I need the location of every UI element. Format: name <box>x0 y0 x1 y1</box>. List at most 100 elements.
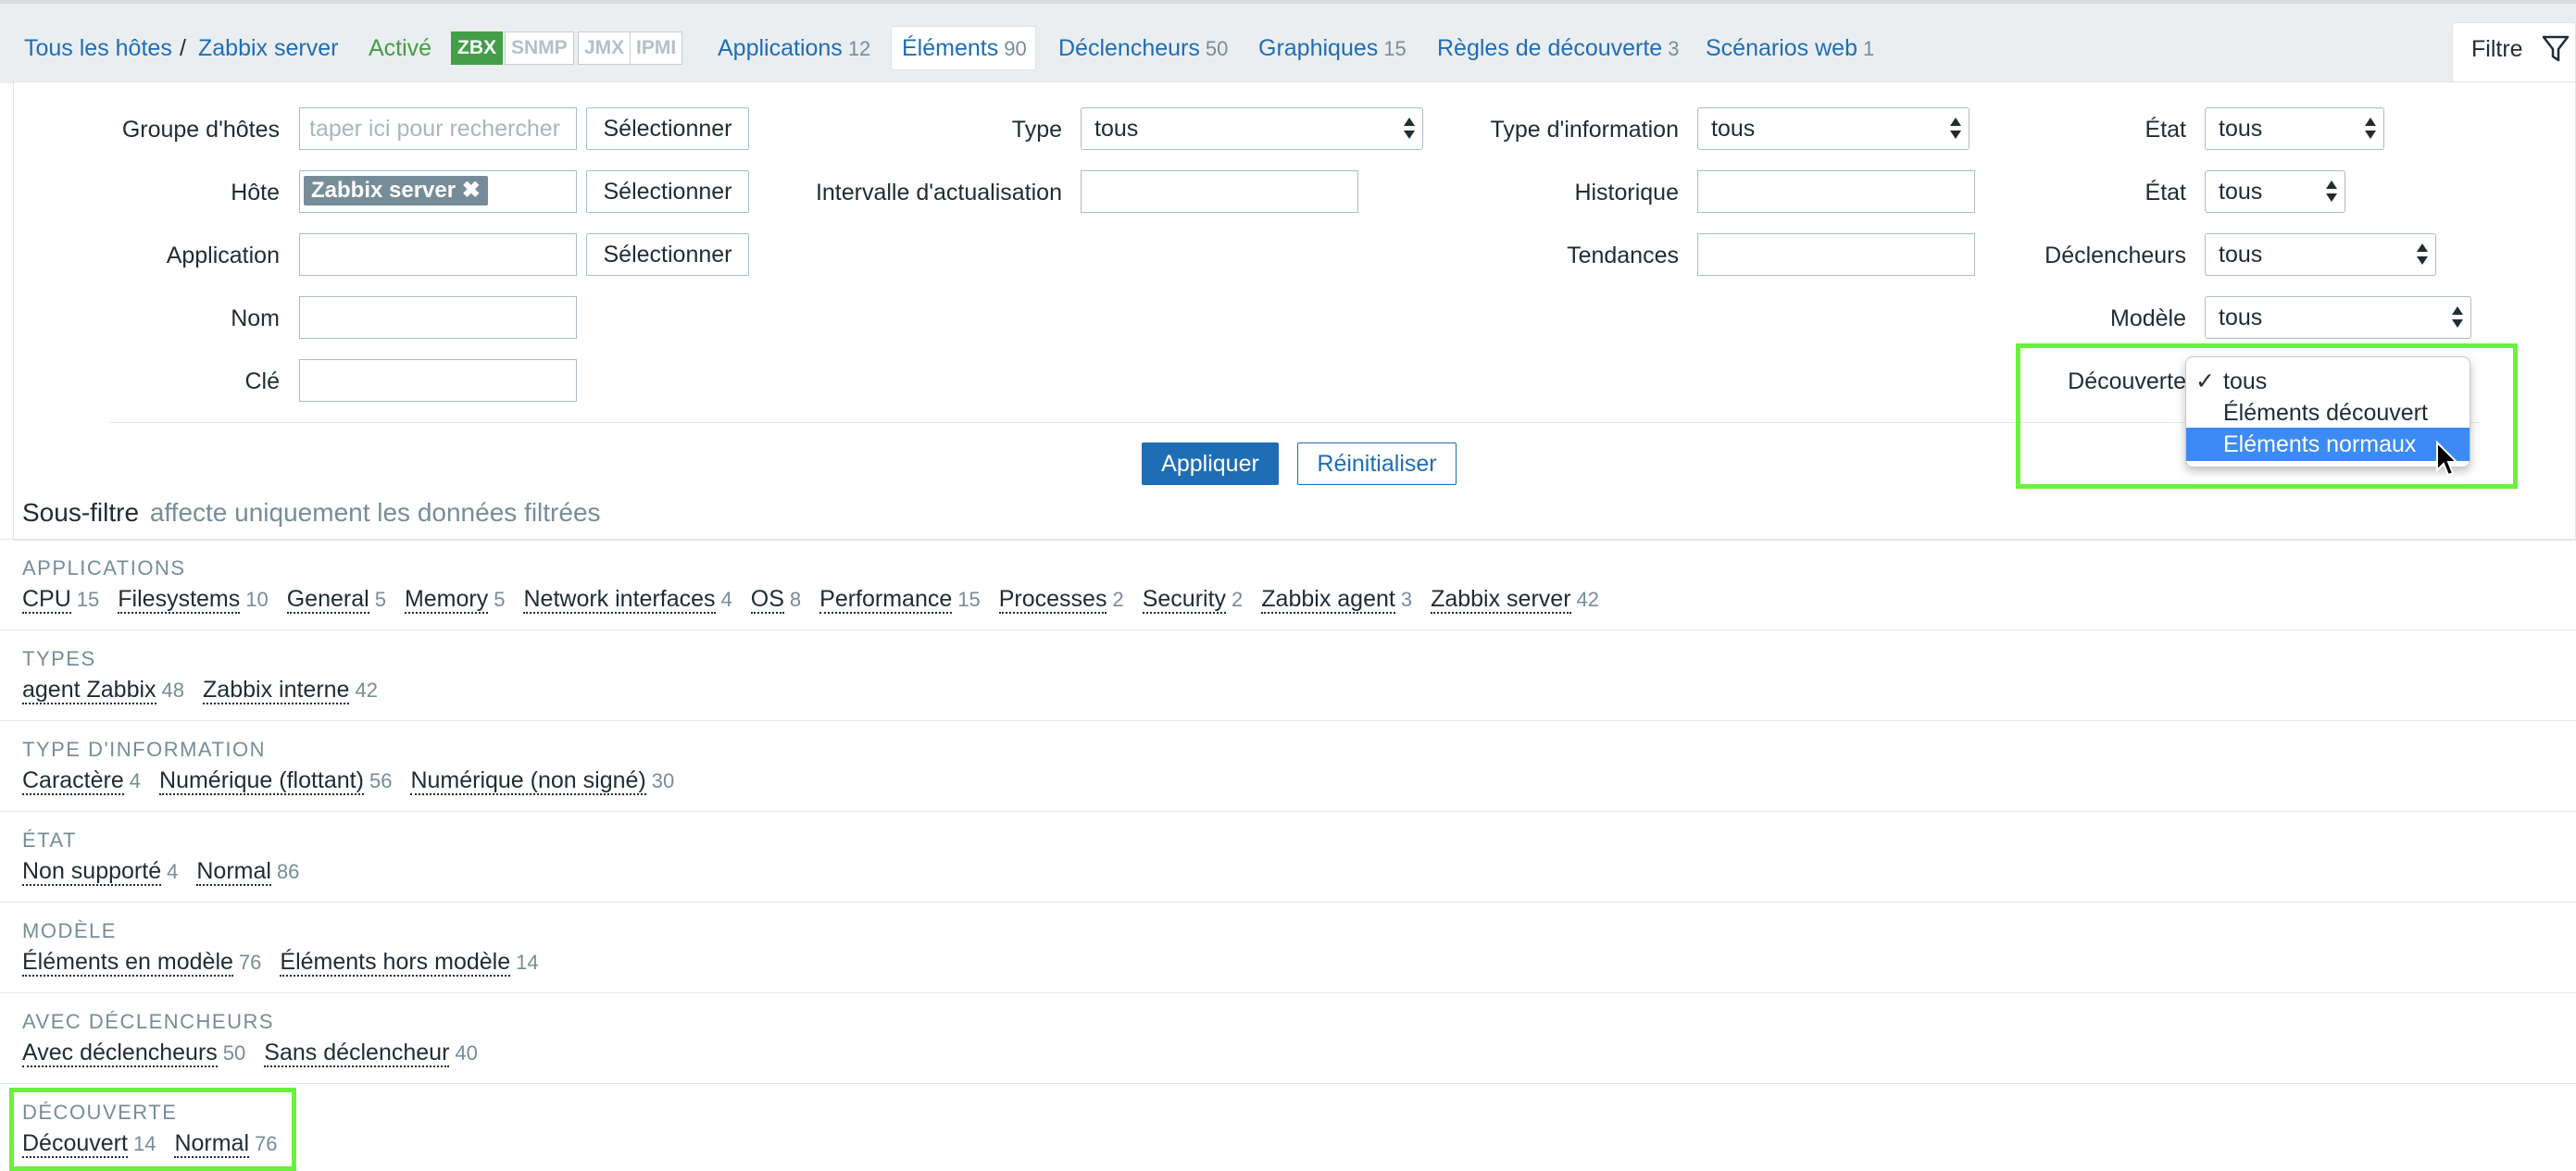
host-groups-input[interactable]: taper ici pour rechercher <box>299 107 577 150</box>
subfilter-option[interactable]: CPU 15 <box>22 586 99 614</box>
info-type-select[interactable]: tous <box>1697 107 1970 150</box>
tab-triggers[interactable]: Déclencheurs 50 <box>1058 35 1228 62</box>
subfilter-option-count: 2 <box>1112 588 1124 611</box>
name-input[interactable] <box>299 296 577 339</box>
tab-items[interactable]: Éléments 90 <box>902 35 1027 62</box>
tab-graphs[interactable]: Graphiques 15 <box>1258 35 1407 62</box>
subfilter-option-count: 56 <box>369 769 393 792</box>
subfilter-option-count: 30 <box>651 769 675 792</box>
subfilter-option[interactable]: Avec déclencheurs 50 <box>22 1040 246 1067</box>
application-select-button[interactable]: Sélectionner <box>586 233 749 276</box>
update-interval-input[interactable] <box>1081 170 1358 213</box>
subfilter-option[interactable]: agent Zabbix 48 <box>22 677 184 704</box>
subfilter-option-count: 4 <box>129 769 142 792</box>
subfilter-option-label: Network interfaces <box>523 586 716 614</box>
subfilter-option-count: 15 <box>957 588 981 611</box>
subfilter-option[interactable]: Zabbix agent 3 <box>1261 586 1412 614</box>
subfilter-section-info-type: TYPE D'INFORMATION Caractère 4 Numérique (… <box>0 720 2576 811</box>
subfilter-option[interactable]: Éléments en modèle 76 <box>22 949 262 977</box>
subfilter-option[interactable]: General 5 <box>286 586 386 614</box>
host-chip: Zabbix server ✖ <box>304 176 488 206</box>
subfilter-section-with-triggers: AVEC DÉCLENCHEURS Avec déclencheurs 50 San… <box>0 992 2576 1083</box>
key-input[interactable] <box>299 359 577 402</box>
subfilter-option[interactable]: Network interfaces 4 <box>523 586 732 614</box>
subfilter-option-count: 42 <box>1576 588 1600 611</box>
state-select[interactable]: tous <box>2205 107 2384 150</box>
reset-button[interactable]: Réinitialiser <box>1297 442 1457 485</box>
section-title: AVEC DÉCLENCHEURS <box>22 1010 275 1033</box>
name-label: Nom <box>231 305 280 331</box>
host-status[interactable]: Activé <box>369 35 431 62</box>
subfilter-option-count: 8 <box>789 588 802 611</box>
section-title: ÉTAT <box>22 828 77 852</box>
subfilter-items: Avec déclencheurs 50 Sans déclencheur 40 <box>22 1040 496 1067</box>
type-select[interactable]: tous <box>1081 107 1423 150</box>
subfilter-option[interactable]: Security 2 <box>1142 586 1243 614</box>
host-select-button[interactable]: Sélectionner <box>586 170 749 213</box>
subfilter-option[interactable]: OS 8 <box>750 586 802 614</box>
subfilter-items: Non supporté 4 Normal 86 <box>22 858 318 886</box>
select-arrows-icon <box>2452 305 2463 330</box>
subfilter-option-count: 14 <box>516 951 539 974</box>
status-select[interactable]: tous <box>2205 170 2345 213</box>
subfilter-option-label: Avec déclencheurs <box>22 1040 218 1067</box>
remove-chip-icon[interactable]: ✖ <box>462 178 481 203</box>
subfilter-option[interactable]: Caractère 4 <box>22 767 142 795</box>
tab-applications[interactable]: Applications 12 <box>718 35 870 62</box>
filter-tab[interactable]: Filtre <box>2452 22 2576 91</box>
subfilter-option-label: Zabbix server <box>1431 586 1571 614</box>
history-input[interactable] <box>1697 170 1975 213</box>
subfilter-option-count: 50 <box>222 1041 246 1065</box>
application-input[interactable] <box>299 233 577 276</box>
subfilter-option[interactable]: Memory 5 <box>404 586 505 614</box>
subfilter-option-label: Non supporté <box>22 858 162 886</box>
funnel-icon <box>2542 35 2570 62</box>
breadcrumb-all-hosts[interactable]: Tous les hôtes <box>24 35 172 62</box>
subfilter-option-count: 76 <box>238 951 262 974</box>
key-label: Clé <box>244 368 280 394</box>
subfilter-option-count: 86 <box>276 860 300 883</box>
apply-button[interactable]: Appliquer <box>1142 442 1279 485</box>
subfilter-option[interactable]: Éléments hors modèle 14 <box>280 949 539 977</box>
select-arrows-icon <box>2365 116 2376 142</box>
subfilter-option[interactable]: Zabbix interne 42 <box>203 677 378 704</box>
tab-web-scenarios[interactable]: Scénarios web 1 <box>1706 35 1874 62</box>
subfilter-hint: affecte uniquement les données filtrées <box>149 498 601 527</box>
select-arrows-icon <box>1404 116 1415 142</box>
application-label: Application <box>166 243 280 268</box>
subfilter-section-discovery: DÉCOUVERTE Découvert 14 Normal 76 <box>0 1083 2576 1171</box>
subfilter-title: Sous-filtre <box>22 498 140 527</box>
subfilter-option-label: Éléments hors modèle <box>280 949 511 977</box>
trends-label: Tendances <box>1567 243 1679 268</box>
type-label: Type <box>1011 117 1062 143</box>
discovery-subfilter-highlight-box <box>9 1088 296 1171</box>
subfilter-option-label: Zabbix agent <box>1261 586 1395 614</box>
select-arrows-icon <box>2326 179 2337 205</box>
select-arrows-icon <box>2417 242 2428 268</box>
subfilter-option[interactable]: Numérique (flottant) 56 <box>159 767 393 795</box>
subfilter-option-count: 5 <box>374 588 386 611</box>
template-label: Modèle <box>2110 305 2186 331</box>
subfilter-option-count: 4 <box>167 860 179 883</box>
tab-discovery-rules[interactable]: Règles de découverte 3 <box>1437 35 1679 62</box>
subfilter-option[interactable]: Processes 2 <box>998 586 1124 614</box>
triggers-select[interactable]: tous <box>2205 233 2436 276</box>
subfilter-option-label: Security <box>1142 586 1227 614</box>
subfilter-option[interactable]: Numérique (non signé) 30 <box>410 767 675 795</box>
template-select[interactable]: tous <box>2205 296 2471 339</box>
subfilter-option[interactable]: Normal 86 <box>196 858 300 886</box>
trends-input[interactable] <box>1697 233 1975 276</box>
select-arrows-icon <box>1950 116 1961 142</box>
subfilter-option[interactable]: Sans déclencheur 40 <box>264 1040 478 1067</box>
host-groups-label: Groupe d'hôtes <box>121 117 280 143</box>
subfilter-option[interactable]: Zabbix server 42 <box>1431 586 1600 614</box>
subfilter-option[interactable]: Non supporté 4 <box>22 858 179 886</box>
host-groups-select-button[interactable]: Sélectionner <box>586 107 749 150</box>
breadcrumb-host[interactable]: Zabbix server <box>198 35 338 62</box>
snmp-availability-badge: SNMP <box>505 31 574 65</box>
subfilter-option-label: Sans déclencheur <box>264 1040 450 1067</box>
subfilter-items: CPU 15 Filesystems 10 General 5 Memory 5 Network… <box>22 586 1618 614</box>
subfilter-option[interactable]: Filesystems 10 <box>118 586 269 614</box>
subfilter-option[interactable]: Performance 15 <box>819 586 981 614</box>
subfilter-section-state: ÉTAT Non supporté 4 Normal 86 <box>0 811 2576 902</box>
